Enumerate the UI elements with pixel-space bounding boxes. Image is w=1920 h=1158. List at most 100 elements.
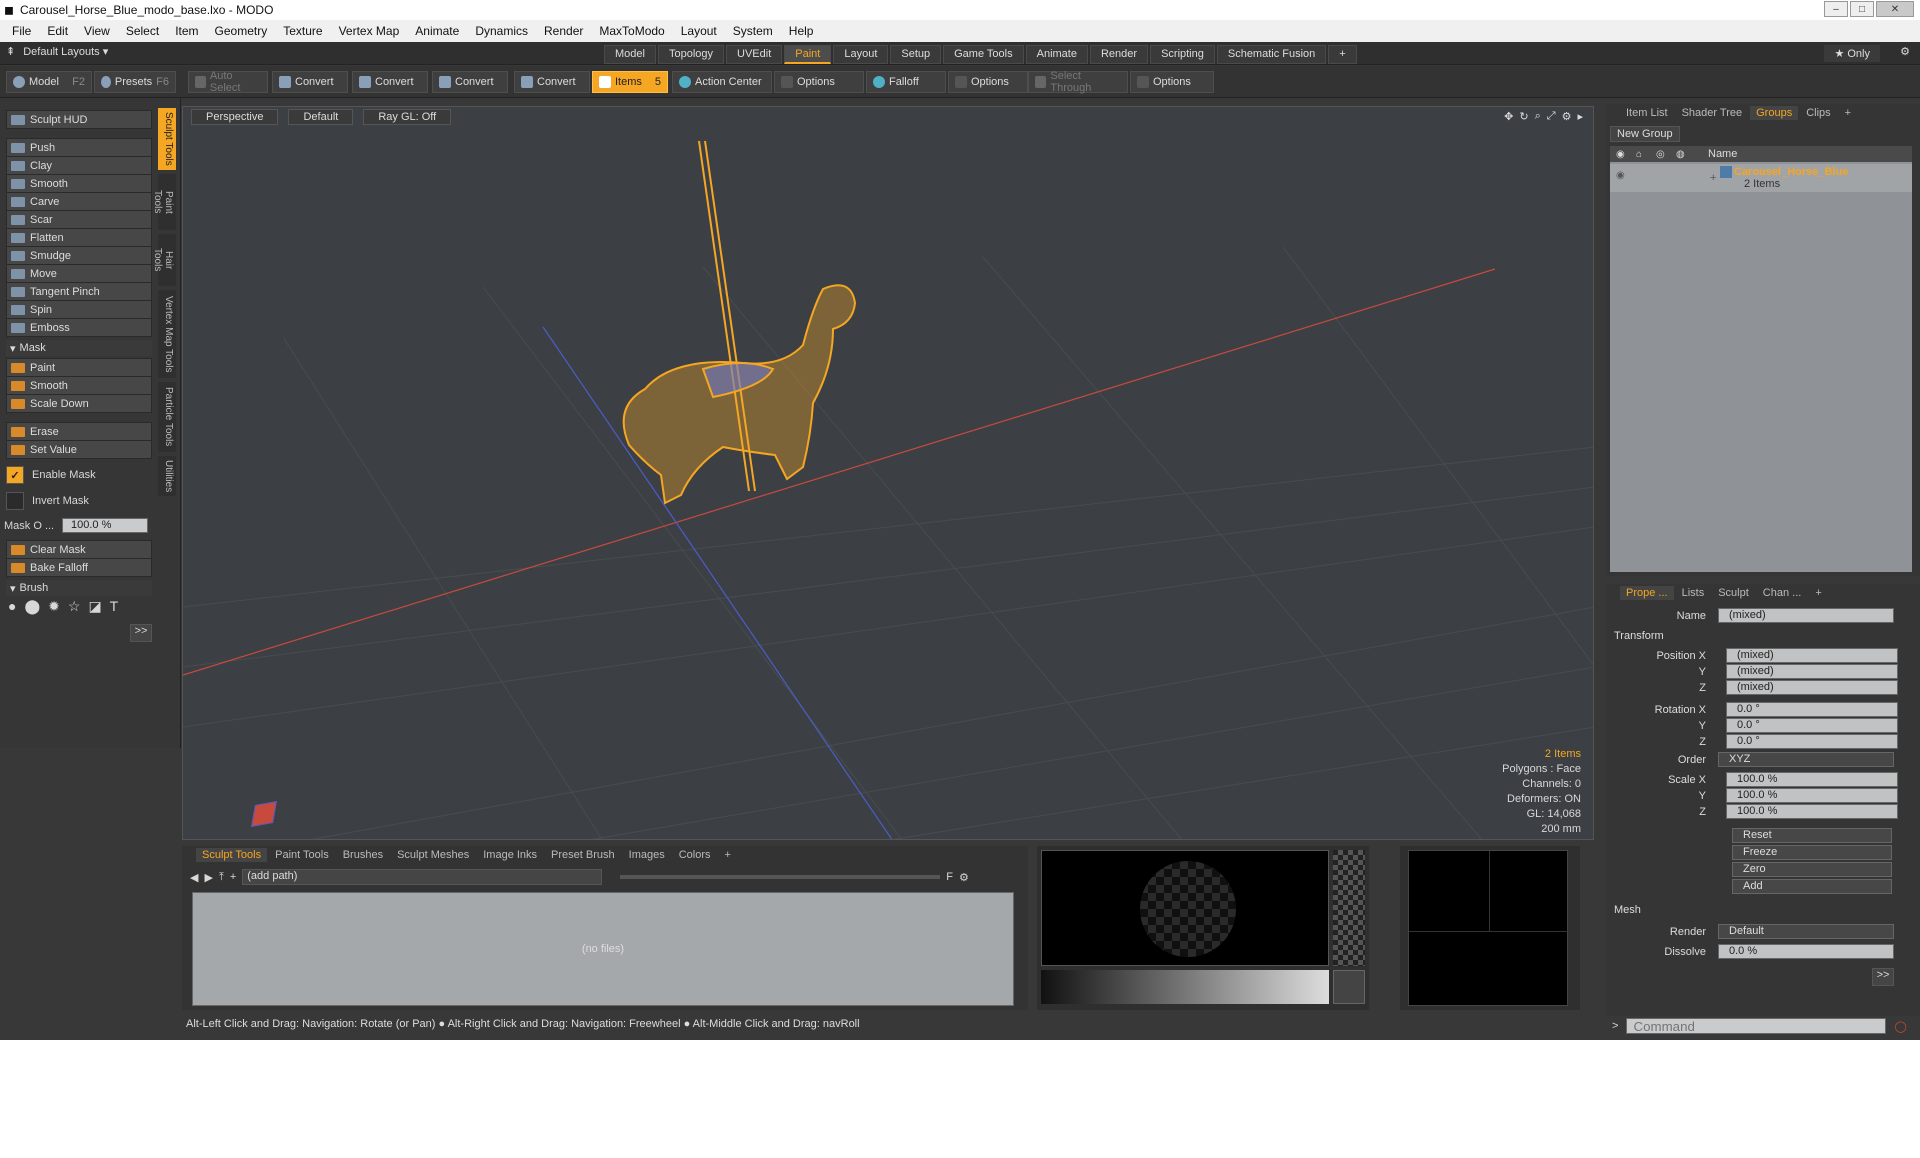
tab-properties[interactable]: Prope ...: [1620, 586, 1674, 600]
3d-viewport[interactable]: Perspective Default Ray GL: Off ✥ ↻ ⌕ ⤢ …: [182, 106, 1594, 840]
convert-vertices-button[interactable]: Convert: [272, 71, 348, 93]
scale-x-field[interactable]: 100.0 %: [1726, 772, 1898, 787]
menu-view[interactable]: View: [76, 24, 118, 38]
hard-brush-icon[interactable]: ⬤: [24, 598, 40, 615]
properties-more-button[interactable]: >>: [1872, 968, 1894, 986]
forward-arrow-icon[interactable]: ▶: [204, 871, 212, 884]
position-y-field[interactable]: (mixed): [1726, 664, 1898, 679]
close-button[interactable]: ✕: [1876, 1, 1914, 17]
add-tab-button[interactable]: +: [1328, 45, 1357, 64]
color-swatch[interactable]: [1333, 970, 1365, 1004]
tab-animate[interactable]: Animate: [1025, 45, 1088, 64]
render-icon[interactable]: ◍: [1676, 149, 1685, 160]
mask-opacity-field[interactable]: 100.0 %: [62, 518, 148, 533]
groups-add-tab[interactable]: +: [1839, 106, 1857, 120]
clay-tool[interactable]: Clay: [6, 156, 152, 175]
smooth-tool[interactable]: Smooth: [6, 174, 152, 193]
move-tool[interactable]: Move: [6, 264, 152, 283]
tab-setup[interactable]: Setup: [890, 45, 942, 64]
tab-sculpt[interactable]: Sculpt: [1712, 586, 1755, 600]
menu-dynamics[interactable]: Dynamics: [467, 24, 536, 38]
viewport-shading-button[interactable]: Default: [288, 109, 354, 125]
opacity-strip[interactable]: [1333, 850, 1365, 966]
tab-model[interactable]: Model: [604, 45, 656, 64]
vtab-paint-tools[interactable]: Paint Tools: [152, 174, 176, 230]
erase-tool[interactable]: Erase: [6, 422, 152, 441]
menu-help[interactable]: Help: [781, 24, 822, 38]
tab-clips[interactable]: Clips: [1800, 106, 1836, 120]
select-through-button[interactable]: Select Through: [1028, 70, 1128, 94]
transform-section[interactable]: Transform: [1614, 630, 1664, 642]
sculpt-hud-button[interactable]: Sculpt HUD: [6, 110, 152, 129]
falloff-button[interactable]: Falloff: [866, 71, 946, 93]
browser-tab-sculpt-tools[interactable]: Sculpt Tools: [196, 848, 268, 862]
action-center-button[interactable]: Action Center: [672, 71, 772, 93]
clear-mask-button[interactable]: Clear Mask: [6, 540, 152, 559]
group-row[interactable]: ◉ + Carousel_Horse_Blue 2 Items: [1610, 164, 1912, 192]
menu-geometry[interactable]: Geometry: [207, 24, 276, 38]
tab-channels[interactable]: Chan ...: [1757, 586, 1808, 600]
auto-select-button[interactable]: Auto Select: [188, 70, 268, 94]
tab-render[interactable]: Render: [1089, 45, 1149, 64]
tab-uvedit[interactable]: UVEdit: [726, 45, 783, 64]
viewport-gear-icon[interactable]: ⚙: [1562, 110, 1572, 123]
gear-icon[interactable]: ⚙: [1900, 45, 1910, 58]
rotation-x-field[interactable]: 0.0 °: [1726, 702, 1898, 717]
menu-animate[interactable]: Animate: [407, 24, 467, 38]
tab-game-tools[interactable]: Game Tools: [943, 45, 1024, 64]
browser-gear-icon[interactable]: ⚙: [959, 871, 969, 884]
tab-item-list[interactable]: Item List: [1620, 106, 1674, 120]
browser-tab-brushes[interactable]: Brushes: [337, 848, 389, 862]
select-through-options-button[interactable]: Options: [1130, 71, 1214, 93]
browser-tab-preset-brush[interactable]: Preset Brush: [545, 848, 621, 862]
position-x-field[interactable]: (mixed): [1726, 648, 1898, 663]
mask-smooth-tool[interactable]: Smooth: [6, 376, 152, 395]
items-mode-button[interactable]: Items 5: [592, 71, 668, 93]
order-dropdown[interactable]: XYZ: [1718, 752, 1894, 767]
vtab-vertex-map-tools[interactable]: Vertex Map Tools: [158, 290, 176, 378]
carve-tool[interactable]: Carve: [6, 192, 152, 211]
add-dropdown[interactable]: Add: [1732, 879, 1892, 894]
scar-tool[interactable]: Scar: [6, 210, 152, 229]
tab-lists[interactable]: Lists: [1676, 586, 1711, 600]
filter-button[interactable]: F: [946, 871, 953, 883]
browser-tab-paint-tools[interactable]: Paint Tools: [269, 848, 335, 862]
lock-icon[interactable]: ⌂: [1636, 149, 1642, 160]
visibility-eye-icon[interactable]: ◉: [1616, 149, 1625, 160]
dissolve-field[interactable]: 0.0 %: [1718, 944, 1894, 959]
tab-groups[interactable]: Groups: [1750, 106, 1799, 120]
pan-icon[interactable]: ✥: [1504, 110, 1513, 123]
set-value-tool[interactable]: Set Value: [6, 440, 152, 459]
browser-add-tab[interactable]: +: [719, 848, 737, 862]
vtab-utilities[interactable]: Utilities: [158, 456, 176, 496]
reset-dropdown[interactable]: Reset: [1732, 828, 1892, 843]
tab-scripting[interactable]: Scripting: [1150, 45, 1215, 64]
row-eye-icon[interactable]: ◉: [1616, 170, 1625, 181]
menu-render[interactable]: Render: [536, 24, 591, 38]
path-dropdown[interactable]: (add path): [242, 869, 603, 885]
falloff-options-button[interactable]: Options: [948, 71, 1028, 93]
menu-file[interactable]: File: [4, 24, 39, 38]
mesh-section[interactable]: Mesh: [1614, 904, 1641, 916]
file-list[interactable]: (no files): [192, 892, 1014, 1006]
menu-layout[interactable]: Layout: [673, 24, 725, 38]
mask-section-header[interactable]: ▾ Mask: [6, 340, 152, 356]
viewport-projection-button[interactable]: Perspective: [191, 109, 279, 125]
browser-tab-colors[interactable]: Colors: [673, 848, 717, 862]
rotation-y-field[interactable]: 0.0 °: [1726, 718, 1898, 733]
minimize-button[interactable]: –: [1824, 1, 1848, 17]
new-group-button[interactable]: New Group: [1610, 126, 1680, 142]
zoom-icon[interactable]: ⌕: [1535, 110, 1541, 123]
image-brush-icon[interactable]: ◪: [88, 598, 101, 615]
name-field[interactable]: (mixed): [1718, 608, 1894, 623]
invert-mask-checkbox[interactable]: [6, 492, 24, 510]
brush-section-header[interactable]: ▾ Brush: [6, 580, 152, 596]
vtab-sculpt-tools[interactable]: Sculpt Tools: [158, 108, 176, 170]
viewport-menu-icon[interactable]: ▸: [1577, 110, 1583, 123]
more-brush-button[interactable]: >>: [130, 624, 152, 642]
star-brush-icon[interactable]: ☆: [68, 598, 81, 615]
enable-mask-checkbox[interactable]: ✓: [6, 466, 24, 484]
tab-shader-tree[interactable]: Shader Tree: [1676, 106, 1749, 120]
tab-topology[interactable]: Topology: [657, 45, 725, 64]
mask-scale-down-tool[interactable]: Scale Down: [6, 394, 152, 413]
